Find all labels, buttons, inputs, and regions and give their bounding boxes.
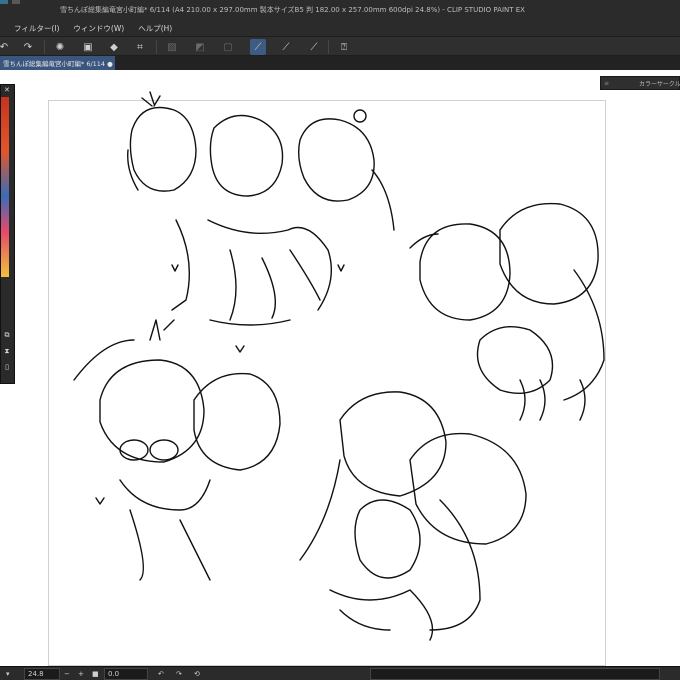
color-circle-panel-header[interactable]: ≡ カラーサークル — [600, 76, 680, 90]
fill-gray-icon[interactable]: ◩ — [192, 39, 208, 55]
hourglass-icon[interactable]: ⧗ — [2, 347, 12, 356]
redo-icon[interactable]: ↷ — [20, 39, 36, 55]
clear-icon[interactable]: ▨ — [164, 39, 180, 55]
document-tab[interactable]: 雪ちんぽ総集編竜宮小町編* 6/114 ● — [0, 56, 115, 70]
menu-bar: フィルター(I) ウィンドウ(W) ヘルプ(H) — [0, 20, 680, 36]
zoom-plus-icon[interactable]: + — [78, 668, 84, 680]
rotate-right-icon[interactable]: ↷ — [176, 668, 182, 680]
menu-help[interactable]: ヘルプ(H) — [131, 23, 179, 34]
command-bar: ↶ ↷ ✺ ▣ ◆ ⌗ ▨ ◩ ▢ ⟋ ⟋ ⟋ ⍰ — [0, 36, 680, 56]
zoom-field[interactable]: 24.8 — [24, 668, 60, 680]
stroke-correction-icon-3[interactable]: ⟋ — [306, 39, 322, 55]
panel-grip-icon[interactable]: ≡ — [604, 80, 609, 87]
undo-icon[interactable]: ↶ — [0, 39, 12, 55]
border-icon[interactable]: ▢ — [220, 39, 236, 55]
fill-icon[interactable]: ◆ — [106, 39, 122, 55]
navigator-palette[interactable]: ✕ ⧉ ⧗ ▯ — [0, 84, 15, 384]
canvas-area[interactable] — [0, 70, 680, 666]
zoom-minus-icon[interactable]: − — [64, 668, 70, 680]
menu-window[interactable]: ウィンドウ(W) — [66, 23, 131, 34]
color-circle-panel-title: カラーサークル — [639, 80, 680, 88]
menu-filter[interactable]: フィルター(I) — [0, 23, 66, 34]
line-art-drawing — [73, 91, 605, 641]
toolbar-divider — [328, 40, 329, 54]
stroke-correction-icon-2[interactable]: ⟋ — [278, 39, 294, 55]
rotate-left-icon[interactable]: ↶ — [158, 668, 164, 680]
window-title: 雪ちんぽ総集編竜宮小町編* 6/114 (A4 210.00 x 297.00m… — [60, 6, 525, 14]
layer-icon[interactable]: ⧉ — [2, 331, 12, 340]
trash-icon[interactable]: ▯ — [2, 363, 12, 372]
stroke-correction-icon-1[interactable]: ⟋ — [250, 39, 266, 55]
close-icon[interactable]: ✕ — [4, 86, 10, 94]
transform-icon[interactable]: ⌗ — [132, 39, 148, 55]
navigator-preview[interactable] — [1, 97, 9, 277]
title-bar-icons — [0, 0, 60, 4]
title-bar: 雪ちんぽ総集編竜宮小町編* 6/114 (A4 210.00 x 297.00m… — [0, 0, 680, 20]
loading-icon[interactable]: ✺ — [52, 39, 68, 55]
document-tab-bar: 雪ちんぽ総集編竜宮小町編* 6/114 ● — [0, 56, 680, 70]
help-icon[interactable]: ⍰ — [336, 39, 352, 55]
status-bar: ▾ 24.8 − + ■ 0.0 ↶ ↷ ⟲ — [0, 666, 680, 680]
status-scrollbar[interactable] — [370, 668, 660, 680]
fit-icon[interactable]: ■ — [92, 668, 99, 680]
toolbar-divider — [156, 40, 157, 54]
zoom-out-icon[interactable]: ▾ — [6, 668, 10, 680]
copy-icon[interactable]: ▣ — [80, 39, 96, 55]
rotation-field[interactable]: 0.0 — [104, 668, 148, 680]
reset-rotation-icon[interactable]: ⟲ — [194, 668, 200, 680]
toolbar-divider — [44, 40, 45, 54]
